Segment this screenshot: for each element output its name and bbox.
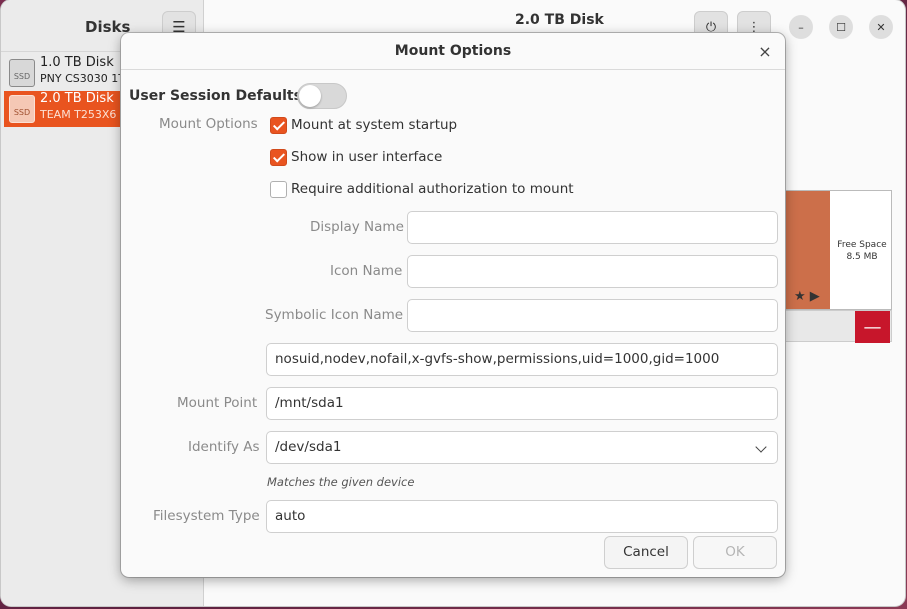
mount-options-field[interactable]: nosuid,nodev,nofail,x-gvfs-show,permissi… [266,343,778,376]
ok-button[interactable]: OK [693,536,777,569]
partition-segment[interactable]: ★ ▶ [782,191,830,309]
identify-as-value: /dev/sda1 [275,439,342,455]
dialog-title: Mount Options [394,43,512,59]
free-space-label: Free Space [837,240,887,250]
identify-as-hint: Matches the given device [267,475,415,489]
maximize-icon: ☐ [836,20,846,34]
dialog-close-button[interactable]: × [755,42,775,62]
toggle-knob [299,85,321,107]
filesystem-type-label: Filesystem Type [153,508,260,524]
window-title: 2.0 TB Disk [515,12,604,28]
filesystem-type-field[interactable]: auto [266,500,778,533]
close-icon: × [758,42,772,61]
user-session-defaults-label: User Session Defaults [129,88,302,104]
symbolic-icon-name-field[interactable] [407,299,778,332]
mount-options-label: Mount Options [159,116,258,132]
chevron-down-icon [755,441,767,453]
require-auth-checkbox[interactable] [270,181,287,198]
close-icon: ✕ [876,20,886,34]
identify-as-dropdown[interactable]: /dev/sda1 [266,431,778,464]
require-auth-label[interactable]: Require additional authorization to moun… [291,181,574,197]
free-space-size: 8.5 MB [846,252,878,262]
display-name-field[interactable] [407,211,778,244]
cancel-button[interactable]: Cancel [604,536,688,569]
minimize-button[interactable]: – [789,15,813,39]
identify-as-label: Identify As [188,439,260,455]
partition-bar[interactable]: ★ ▶ Free Space 8.5 MB [781,190,892,310]
mount-at-startup-label[interactable]: Mount at system startup [291,117,457,133]
mount-at-startup-checkbox[interactable] [270,117,287,134]
show-in-ui-label[interactable]: Show in user interface [291,149,442,165]
delete-partition-button[interactable]: — [855,311,890,343]
free-space-segment[interactable]: Free Space 8.5 MB [832,239,892,263]
minimize-icon: – [798,20,804,34]
mount-point-field[interactable]: /mnt/sda1 [266,387,778,420]
ssd-icon: SSD [9,95,35,123]
user-session-defaults-toggle[interactable] [297,83,347,109]
window-close-button[interactable]: ✕ [869,15,893,39]
dialog-header: Mount Options × [121,33,785,70]
mount-point-label: Mount Point [177,395,258,411]
partition-status-icons: ★ ▶ [794,289,820,304]
symbolic-icon-name-label: Symbolic Icon Name [265,307,404,323]
icon-name-label: Icon Name [330,263,403,279]
icon-name-field[interactable] [407,255,778,288]
mount-options-dialog: Mount Options × User Session Defaults Mo… [121,33,785,577]
maximize-button[interactable]: ☐ [829,15,853,39]
minus-icon: — [863,316,882,338]
display-name-label: Display Name [310,219,404,235]
show-in-ui-checkbox[interactable] [270,149,287,166]
ssd-icon: SSD [9,59,35,87]
